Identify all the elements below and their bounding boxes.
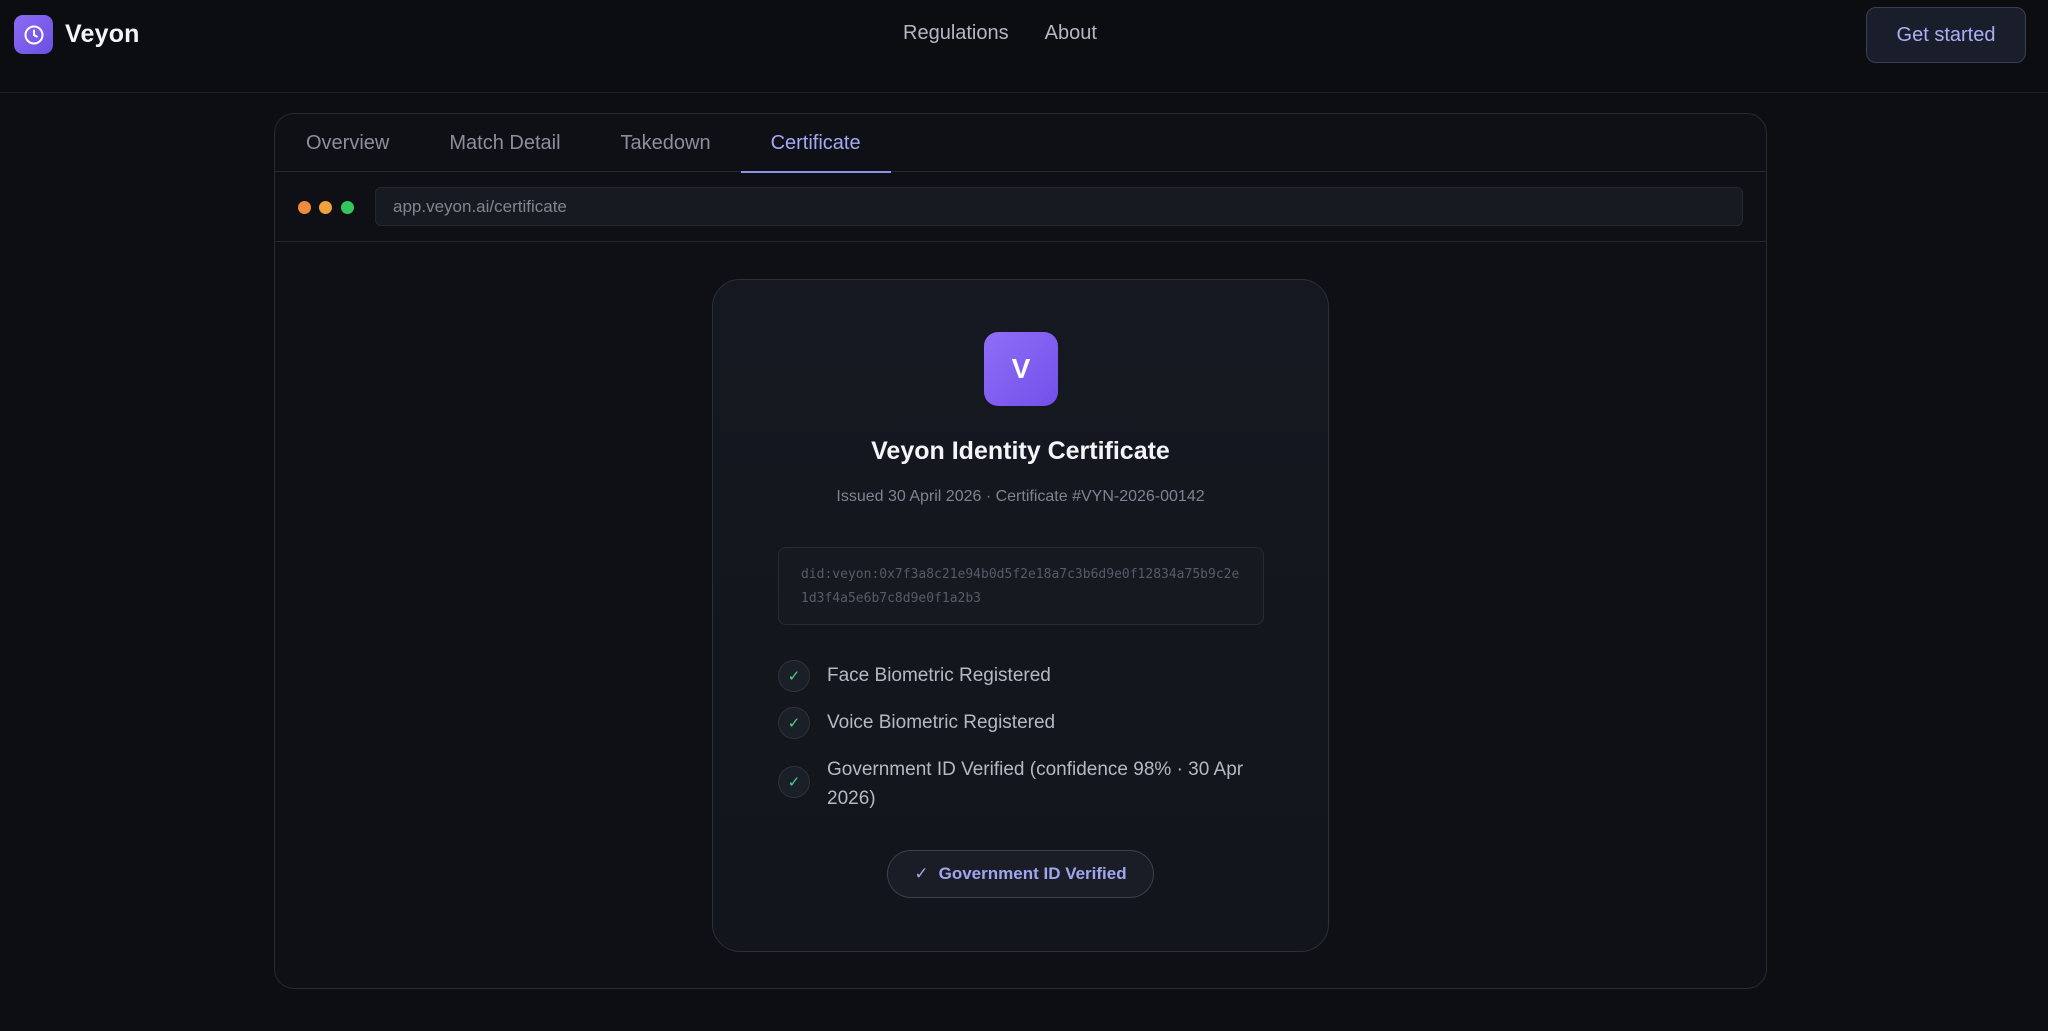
certificate-card: V Veyon Identity Certificate Issued 30 A… (712, 279, 1329, 952)
check-label: Face Biometric Registered (827, 665, 1051, 686)
tab-certificate[interactable]: Certificate (740, 114, 891, 173)
browser-bar: app.veyon.ai/certificate (275, 172, 1766, 242)
nav-link-about[interactable]: About (1045, 22, 1097, 45)
status-badge: ✓ Government ID Verified (887, 850, 1154, 898)
check-icon: ✓ (778, 707, 810, 739)
list-item: ✓ Face Biometric Registered (778, 660, 1264, 692)
app-preview-frame: Overview Match Detail Takedown Certifica… (274, 113, 1767, 989)
list-item: ✓ Government ID Verified (confidence 98%… (778, 754, 1264, 813)
get-started-button[interactable]: Get started (1866, 7, 2026, 63)
status-badge-label: Government ID Verified (938, 864, 1127, 883)
check-icon: ✓ (914, 864, 929, 883)
tab-takedown[interactable]: Takedown (591, 114, 741, 172)
certificate-meta: Issued 30 April 2026 · Certificate #VYN-… (836, 488, 1205, 505)
window-minimize-dot[interactable] (319, 201, 332, 214)
brand[interactable]: Veyon (14, 15, 140, 54)
certificate-title: Veyon Identity Certificate (871, 437, 1170, 465)
clock-icon (14, 15, 53, 54)
top-navbar: Veyon Regulations About Get started (0, 0, 2048, 93)
certificate-logo: V (984, 332, 1058, 406)
check-label: Government ID Verified (confidence 98% ·… (827, 759, 1244, 809)
nav-links: Regulations About (903, 22, 1097, 45)
did-identifier: did:veyon:0x7f3a8c21e94b0d5f2e18a7c3b6d9… (778, 547, 1264, 625)
brand-name: Veyon (65, 20, 140, 48)
check-icon: ✓ (778, 660, 810, 692)
tab-match-detail[interactable]: Match Detail (419, 114, 590, 172)
check-icon: ✓ (778, 766, 810, 798)
window-maximize-dot[interactable] (341, 201, 354, 214)
check-label: Voice Biometric Registered (827, 712, 1056, 733)
url-field[interactable]: app.veyon.ai/certificate (375, 187, 1743, 226)
verification-checklist: ✓ Face Biometric Registered ✓ Voice Biom… (778, 660, 1264, 828)
tab-overview[interactable]: Overview (276, 114, 419, 172)
tab-bar: Overview Match Detail Takedown Certifica… (275, 114, 1766, 173)
window-close-dot[interactable] (298, 201, 311, 214)
list-item: ✓ Voice Biometric Registered (778, 707, 1264, 739)
nav-link-regulations[interactable]: Regulations (903, 22, 1009, 45)
